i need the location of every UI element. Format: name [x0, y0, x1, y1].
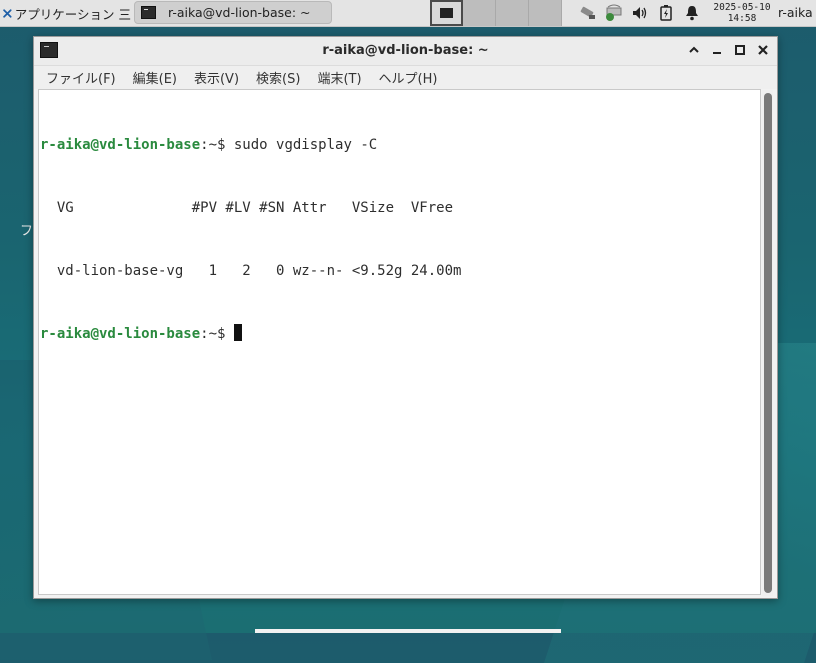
maximize-button[interactable] — [732, 41, 748, 59]
text-cursor — [233, 324, 242, 341]
close-button[interactable] — [755, 41, 771, 59]
prompt-suffix: :~$ — [200, 137, 226, 153]
desktop-icon-label[interactable]: フ — [20, 220, 33, 239]
top-panel: アプリケーション 三 r-aika@vd-lion-base: ~ 2025-0… — [0, 0, 816, 27]
window-controls — [686, 41, 771, 59]
close-icon — [758, 45, 768, 55]
maximize-icon — [735, 45, 745, 55]
output-header: VG #PV #LV #SN Attr VSize VFree — [40, 200, 462, 216]
vertical-scrollbar[interactable] — [762, 90, 773, 596]
menu-terminal[interactable]: 端末(T) — [317, 68, 361, 87]
terminal-window: r-aika@vd-lion-base: ~ ファイル(F) 編集(E) 表示(… — [33, 36, 778, 599]
battery-icon[interactable] — [656, 3, 676, 23]
window-thumbnail — [440, 8, 453, 18]
scrollbar-thumb[interactable] — [764, 93, 772, 593]
current-prompt-line: r-aika@vd-lion-base:~$ — [40, 324, 760, 345]
volume-icon[interactable] — [630, 3, 650, 23]
window-titlebar[interactable]: r-aika@vd-lion-base: ~ — [34, 37, 777, 66]
window-title: r-aika@vd-lion-base: ~ — [322, 43, 489, 58]
clock-time: 14:58 — [727, 13, 757, 24]
clock-date: 2025-05-10 — [713, 2, 771, 13]
notification-bell-icon[interactable] — [682, 3, 702, 23]
menu-help[interactable]: ヘルプ(H) — [379, 68, 438, 87]
output-row: vd-lion-base-vg 1 2 0 wz--n- <9.52g 24.0… — [40, 263, 462, 279]
workspace-4[interactable] — [529, 0, 562, 26]
chevron-up-icon — [689, 46, 699, 53]
workspace-3[interactable] — [496, 0, 529, 26]
terminal-icon — [141, 6, 156, 19]
prompt-user-host: r-aika@vd-lion-base — [40, 326, 201, 342]
panel-clock[interactable]: 2025-05-10 14:58 — [710, 2, 774, 24]
workspace-1[interactable] — [430, 0, 463, 26]
minimize-icon — [713, 52, 721, 54]
bottom-panel-edge — [255, 629, 561, 633]
taskbar-terminal-label: r-aika@vd-lion-base: ~ — [168, 5, 311, 20]
prompt-suffix: :~$ — [200, 326, 226, 342]
roll-up-button[interactable] — [686, 41, 702, 59]
xfce-logo-icon — [3, 8, 12, 18]
removable-drive-icon[interactable] — [578, 3, 598, 23]
workspace-2[interactable] — [463, 0, 496, 26]
minimize-button[interactable] — [709, 41, 725, 59]
system-tray — [578, 0, 702, 26]
taskbar-terminal-button[interactable]: r-aika@vd-lion-base: ~ — [134, 1, 332, 24]
command-line: r-aika@vd-lion-base:~$ sudo vgdisplay -C — [40, 135, 760, 156]
applications-menu-label: アプリケーション — [14, 6, 115, 22]
prompt-user-host: r-aika@vd-lion-base — [40, 137, 201, 153]
menu-bar: ファイル(F) 編集(E) 表示(V) 検索(S) 端末(T) ヘルプ(H) — [34, 66, 777, 89]
menu-overflow-icon: 三 — [114, 6, 131, 22]
menu-file[interactable]: ファイル(F) — [46, 68, 116, 87]
terminal-output[interactable]: r-aika@vd-lion-base:~$ sudo vgdisplay -C… — [38, 89, 761, 595]
command-text: sudo vgdisplay -C — [225, 137, 378, 153]
network-icon[interactable] — [604, 3, 624, 23]
workspace-switcher — [430, 0, 562, 26]
menu-view[interactable]: 表示(V) — [194, 68, 239, 87]
menu-search[interactable]: 検索(S) — [256, 68, 300, 87]
applications-menu-button[interactable]: アプリケーション 三 — [0, 0, 135, 26]
menu-edit[interactable]: 編集(E) — [133, 68, 177, 87]
user-menu[interactable]: r-aika — [778, 5, 813, 20]
